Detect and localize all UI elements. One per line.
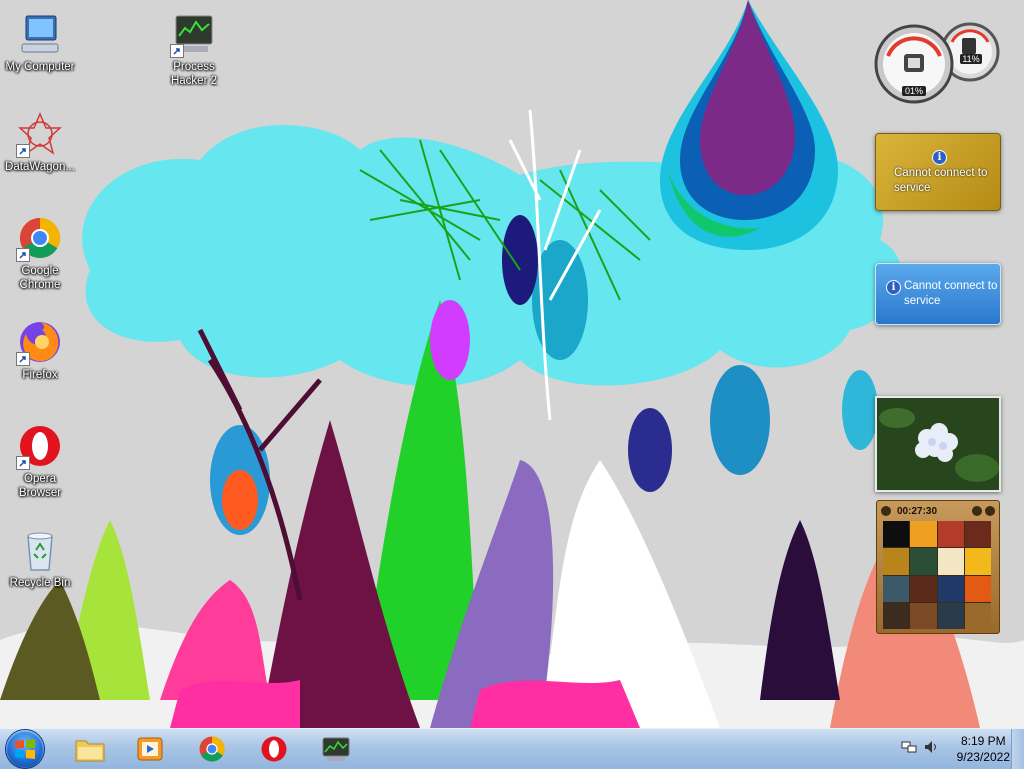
puzzle-header: 00:27:30 (881, 504, 995, 518)
opera-icon (261, 736, 287, 762)
desktop-icon-label: Recycle Bin (9, 577, 71, 589)
memory-usage-value: 11% (960, 54, 982, 64)
puzzle-tile[interactable] (964, 575, 991, 602)
taskbar-process-hacker[interactable] (308, 731, 364, 767)
puzzle-tile[interactable] (937, 602, 964, 629)
info-icon: i (932, 150, 947, 165)
recycle-bin-icon (16, 526, 64, 574)
puzzle-tile[interactable] (883, 521, 910, 548)
puzzle-tile[interactable] (910, 521, 937, 548)
weather-gadget[interactable]: i Cannot connect to service (875, 263, 1001, 325)
cpu-meter-gadget[interactable]: 01% 11% (874, 12, 1000, 104)
puzzle-timer: 00:27:30 (897, 505, 938, 517)
desktop-icon-datawagon[interactable]: DataWagon... (0, 110, 80, 174)
desktop-icon-opera[interactable]: Opera Browser (0, 422, 80, 500)
process-hacker-icon (170, 10, 218, 58)
taskbar-opera[interactable] (246, 731, 302, 767)
chrome-icon (199, 736, 225, 762)
currency-gadget[interactable]: i Cannot connect to service (875, 133, 1001, 211)
desktop-icon-label: My Computer (5, 61, 75, 73)
taskbar-media-player[interactable] (122, 731, 178, 767)
taskbar-chrome[interactable] (184, 731, 240, 767)
network-icon[interactable] (901, 739, 917, 760)
media-player-icon (137, 737, 163, 761)
folder-icon (75, 740, 105, 762)
slideshow-photo (877, 398, 999, 490)
desktop-icon-my-computer[interactable]: My Computer (0, 10, 80, 74)
taskbar: 8:19 PM 9/23/2022 (0, 728, 1024, 769)
desktop-icon-firefox[interactable]: Firefox (0, 318, 80, 382)
puzzle-tile-empty[interactable] (964, 602, 991, 629)
shortcut-arrow-icon (16, 248, 30, 262)
firefox-icon (16, 318, 64, 366)
puzzle-tile[interactable] (964, 548, 991, 575)
desktop-icon-google-chrome[interactable]: Google Chrome (0, 214, 80, 292)
start-button[interactable] (6, 730, 44, 768)
puzzle-help-icon[interactable] (972, 506, 982, 516)
desktop-icon-recycle-bin[interactable]: Recycle Bin (0, 526, 80, 590)
currency-error-message: Cannot connect to service (894, 167, 988, 194)
puzzle-tile[interactable] (937, 575, 964, 602)
taskbar-clock[interactable]: 8:19 PM 9/23/2022 (957, 733, 1010, 765)
cpu-usage-value: 01% (902, 86, 926, 96)
picture-puzzle-gadget[interactable]: 00:27:30 (876, 500, 1000, 634)
desktop-icon-label: DataWagon... (5, 161, 75, 173)
puzzle-options-icon[interactable] (985, 506, 995, 516)
shortcut-arrow-icon (170, 44, 184, 58)
puzzle-tile[interactable] (964, 521, 991, 548)
puzzle-tile[interactable] (883, 575, 910, 602)
shortcut-arrow-icon (16, 144, 30, 158)
info-icon: i (886, 280, 901, 295)
windows-logo-icon (15, 739, 35, 759)
weather-error-message: Cannot connect to service (904, 280, 998, 307)
desktop-icon-label: Process Hacker 2 (170, 61, 218, 87)
puzzle-grid[interactable] (883, 521, 991, 629)
puzzle-tile[interactable] (937, 548, 964, 575)
slideshow-gadget[interactable] (875, 396, 1001, 492)
puzzle-tile[interactable] (883, 602, 910, 629)
puzzle-tile[interactable] (883, 548, 910, 575)
computer-icon (16, 10, 64, 58)
opera-icon (16, 422, 64, 470)
puzzle-tile[interactable] (910, 548, 937, 575)
clock-date: 9/23/2022 (956, 750, 1010, 764)
taskbar-windows-explorer[interactable] (62, 731, 118, 767)
datawagon-icon (16, 110, 64, 158)
puzzle-tile[interactable] (937, 521, 964, 548)
desktop-icon-process-hacker[interactable]: Process Hacker 2 (154, 10, 234, 88)
desktop-icon-label: Opera Browser (18, 473, 62, 499)
puzzle-tile[interactable] (910, 575, 937, 602)
desktop-icon-label: Google Chrome (19, 265, 61, 291)
process-hacker-icon (322, 737, 350, 761)
shortcut-arrow-icon (16, 352, 30, 366)
shortcut-arrow-icon (16, 456, 30, 470)
clock-time: 8:19 PM (960, 734, 1006, 748)
show-desktop-button[interactable] (1011, 729, 1024, 769)
desktop-icon-label: Firefox (22, 369, 58, 381)
system-tray: 8:19 PM 9/23/2022 (901, 729, 1010, 769)
volume-icon[interactable] (923, 739, 939, 760)
puzzle-timer-icon[interactable] (881, 506, 891, 516)
chrome-icon (16, 214, 64, 262)
desktop-wallpaper (0, 0, 1024, 728)
puzzle-tile[interactable] (910, 602, 937, 629)
